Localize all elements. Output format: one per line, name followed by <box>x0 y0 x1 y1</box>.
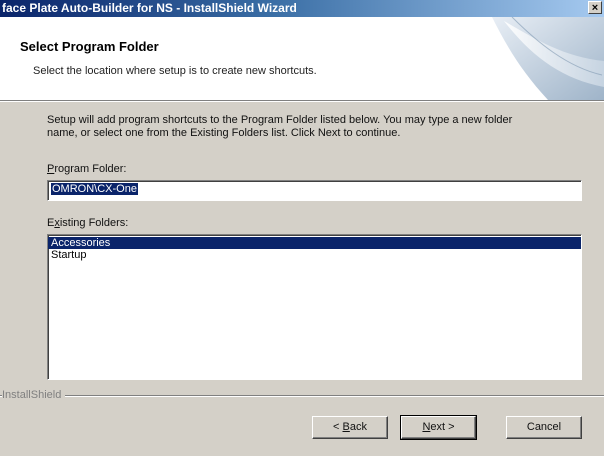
list-item-accessories[interactable]: Accessories <box>48 237 581 249</box>
wizard-banner-graphic <box>492 17 604 100</box>
next-button-rest: ext > <box>430 421 455 433</box>
page-subtitle: Select the location where setup is to cr… <box>33 65 317 77</box>
existing-folders-label-rest: isting Folders: <box>59 217 129 229</box>
wizard-header: Select Program Folder Select the locatio… <box>0 17 604 100</box>
program-folder-value: OMRON\CX-One <box>51 183 138 195</box>
program-folder-label: Program Folder: <box>47 163 126 175</box>
header-divider-highlight <box>0 101 604 102</box>
cancel-button[interactable]: Cancel <box>506 416 582 439</box>
instructions-text: Setup will add program shortcuts to the … <box>47 114 595 140</box>
next-button[interactable]: Next > <box>400 415 477 440</box>
close-button[interactable]: × <box>588 1 602 14</box>
program-folder-input[interactable]: OMRON\CX-One <box>47 180 582 201</box>
installshield-brand-label: InstallShield <box>2 389 66 401</box>
title-bar[interactable]: face Plate Auto-Builder for NS - Install… <box>0 0 604 17</box>
back-button-rest: ack <box>349 421 367 433</box>
existing-folders-label: Existing Folders: <box>47 217 128 229</box>
program-folder-label-rest: rogram Folder: <box>54 163 127 175</box>
list-item-startup[interactable]: Startup <box>48 249 581 261</box>
back-button-prefix: < <box>333 421 343 433</box>
instructions-line-1: Setup will add program shortcuts to the … <box>47 114 513 126</box>
close-icon: × <box>591 2 599 14</box>
instructions-line-2: name, or select one from the Existing Fo… <box>47 127 401 139</box>
footer-divider-highlight <box>0 396 604 397</box>
back-button[interactable]: < Back <box>312 416 388 439</box>
existing-folders-list[interactable]: Accessories Startup <box>47 234 582 380</box>
page-title: Select Program Folder <box>20 39 159 54</box>
back-button-hotkey: B <box>342 421 350 433</box>
window-title: face Plate Auto-Builder for NS - Install… <box>2 1 297 15</box>
